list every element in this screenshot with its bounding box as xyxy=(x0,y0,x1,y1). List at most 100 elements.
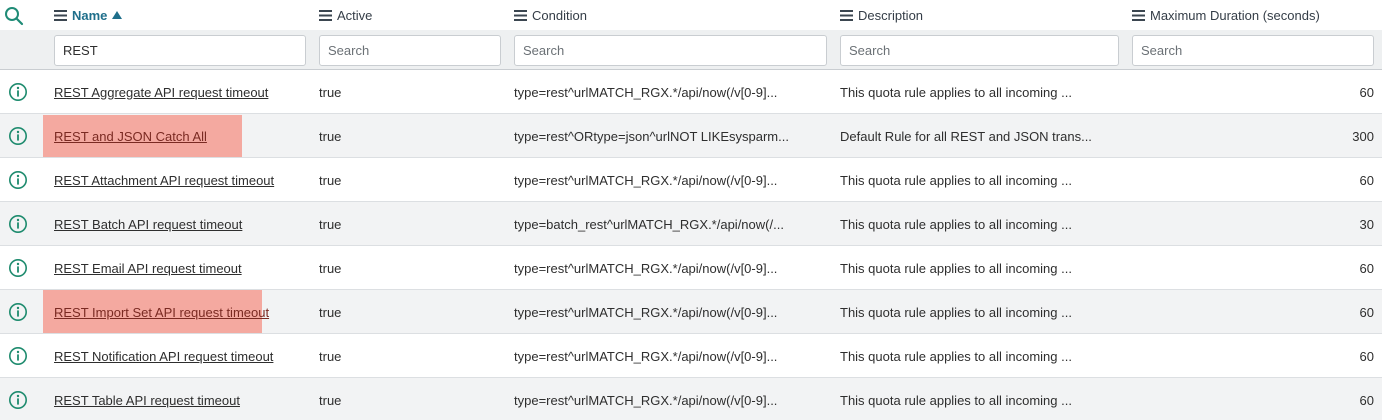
max-duration-cell: 30 xyxy=(1132,202,1374,246)
active-value: true xyxy=(319,348,342,364)
max-duration-value: 300 xyxy=(1352,128,1374,144)
active-cell: true xyxy=(319,202,501,246)
active-search-cell xyxy=(319,35,501,66)
description-value: This quota rule applies to all incoming … xyxy=(840,84,1072,100)
condition-value: type=rest^urlMATCH_RGX.*/api/now(/v[0-9]… xyxy=(514,392,778,408)
active-cell: true xyxy=(319,378,501,420)
active-cell: true xyxy=(319,158,501,202)
condition-cell: type=rest^urlMATCH_RGX.*/api/now(/v[0-9]… xyxy=(514,378,827,420)
hamburger-menu-icon[interactable] xyxy=(514,9,527,21)
description-cell: This quota rule applies to all incoming … xyxy=(840,378,1119,420)
info-circle-icon[interactable] xyxy=(8,346,28,366)
active-cell: true xyxy=(319,290,501,334)
info-circle-icon[interactable] xyxy=(8,82,28,102)
condition-search-cell xyxy=(514,35,827,66)
table-row: REST Email API request timeout true type… xyxy=(0,246,1382,290)
condition-cell: type=rest^urlMATCH_RGX.*/api/now(/v[0-9]… xyxy=(514,290,827,334)
column-header-label: Description xyxy=(858,7,924,23)
active-value: true xyxy=(319,260,342,276)
max-duration-search-input[interactable] xyxy=(1132,35,1374,66)
active-value: true xyxy=(319,304,342,320)
name-cell: REST Aggregate API request timeout xyxy=(54,70,306,114)
column-header-label: Maximum Duration (seconds) xyxy=(1150,7,1320,23)
max-duration-cell: 60 xyxy=(1132,70,1374,114)
max-duration-value: 60 xyxy=(1359,348,1374,364)
active-value: true xyxy=(319,84,342,100)
max-duration-cell: 60 xyxy=(1132,290,1374,334)
condition-cell: type=rest^ORtype=json^urlNOT LIKEsysparm… xyxy=(514,114,827,158)
description-cell: This quota rule applies to all incoming … xyxy=(840,70,1119,114)
table-row: REST Aggregate API request timeout true … xyxy=(0,70,1382,114)
column-header-active[interactable]: Active xyxy=(319,0,501,30)
description-cell: Default Rule for all REST and JSON trans… xyxy=(840,114,1119,158)
description-value: This quota rule applies to all incoming … xyxy=(840,348,1072,364)
description-value: This quota rule applies to all incoming … xyxy=(840,260,1072,276)
active-cell: true xyxy=(319,246,501,290)
record-name-link[interactable]: REST Attachment API request timeout xyxy=(54,173,274,188)
info-circle-icon[interactable] xyxy=(8,390,28,410)
record-name-link[interactable]: REST Email API request timeout xyxy=(54,261,242,276)
table-row: REST Batch API request timeout true type… xyxy=(0,202,1382,246)
description-cell: This quota rule applies to all incoming … xyxy=(840,246,1119,290)
condition-cell: type=rest^urlMATCH_RGX.*/api/now(/v[0-9]… xyxy=(514,70,827,114)
info-circle-icon[interactable] xyxy=(8,170,28,190)
max-duration-value: 60 xyxy=(1359,392,1374,408)
info-circle-icon[interactable] xyxy=(8,302,28,322)
info-circle-icon[interactable] xyxy=(8,126,28,146)
hamburger-menu-icon[interactable] xyxy=(1132,9,1145,21)
record-name-link[interactable]: REST Aggregate API request timeout xyxy=(54,85,268,100)
name-cell: REST Attachment API request timeout xyxy=(54,158,306,202)
name-search-input[interactable] xyxy=(54,35,306,66)
max-duration-cell: 60 xyxy=(1132,378,1374,420)
record-name-link[interactable]: REST Import Set API request timeout xyxy=(54,305,269,320)
list-header-row: Name Active Condition Description Maximu… xyxy=(0,0,1382,30)
max-duration-value: 30 xyxy=(1359,216,1374,232)
active-cell: true xyxy=(319,114,501,158)
search-toggle-cell xyxy=(0,0,36,30)
column-header-max-duration[interactable]: Maximum Duration (seconds) xyxy=(1132,0,1374,30)
name-cell: REST Table API request timeout xyxy=(54,378,306,420)
name-cell: REST Email API request timeout xyxy=(54,246,306,290)
condition-cell: type=rest^urlMATCH_RGX.*/api/now(/v[0-9]… xyxy=(514,158,827,202)
record-name-link[interactable]: REST Table API request timeout xyxy=(54,393,240,408)
table-row: REST and JSON Catch All true type=rest^O… xyxy=(0,114,1382,158)
column-header-condition[interactable]: Condition xyxy=(514,0,827,30)
description-search-input[interactable] xyxy=(840,35,1119,66)
column-header-description[interactable]: Description xyxy=(840,0,1119,30)
condition-cell: type=rest^urlMATCH_RGX.*/api/now(/v[0-9]… xyxy=(514,334,827,378)
table-row: REST Import Set API request timeout true… xyxy=(0,290,1382,334)
record-name-link[interactable]: REST Notification API request timeout xyxy=(54,349,273,364)
max-duration-value: 60 xyxy=(1359,260,1374,276)
sort-ascending-icon[interactable] xyxy=(112,11,123,19)
active-search-input[interactable] xyxy=(319,35,501,66)
hamburger-menu-icon[interactable] xyxy=(840,9,853,21)
condition-value: type=rest^urlMATCH_RGX.*/api/now(/v[0-9]… xyxy=(514,304,778,320)
max-duration-value: 60 xyxy=(1359,304,1374,320)
max-duration-value: 60 xyxy=(1359,172,1374,188)
hamburger-menu-icon[interactable] xyxy=(54,9,67,21)
info-circle-icon[interactable] xyxy=(8,258,28,278)
search-icon[interactable] xyxy=(3,5,25,27)
name-cell: REST Batch API request timeout xyxy=(54,202,306,246)
name-search-cell xyxy=(54,35,306,66)
description-value: This quota rule applies to all incoming … xyxy=(840,216,1072,232)
description-search-cell xyxy=(840,35,1119,66)
condition-search-input[interactable] xyxy=(514,35,827,66)
record-name-link[interactable]: REST Batch API request timeout xyxy=(54,217,242,232)
condition-cell: type=rest^urlMATCH_RGX.*/api/now(/v[0-9]… xyxy=(514,246,827,290)
active-cell: true xyxy=(319,70,501,114)
description-cell: This quota rule applies to all incoming … xyxy=(840,334,1119,378)
max-duration-cell: 60 xyxy=(1132,246,1374,290)
condition-value: type=batch_rest^urlMATCH_RGX.*/api/now(/… xyxy=(514,216,784,232)
max-duration-search-cell xyxy=(1132,35,1374,66)
info-circle-icon[interactable] xyxy=(8,214,28,234)
column-header-label: Condition xyxy=(532,7,587,23)
record-name-link[interactable]: REST and JSON Catch All xyxy=(54,129,207,144)
condition-value: type=rest^urlMATCH_RGX.*/api/now(/v[0-9]… xyxy=(514,260,778,276)
condition-value: type=rest^urlMATCH_RGX.*/api/now(/v[0-9]… xyxy=(514,348,778,364)
description-cell: This quota rule applies to all incoming … xyxy=(840,158,1119,202)
active-value: true xyxy=(319,128,342,144)
column-header-name[interactable]: Name xyxy=(54,0,306,30)
name-cell: REST Notification API request timeout xyxy=(54,334,306,378)
hamburger-menu-icon[interactable] xyxy=(319,9,332,21)
